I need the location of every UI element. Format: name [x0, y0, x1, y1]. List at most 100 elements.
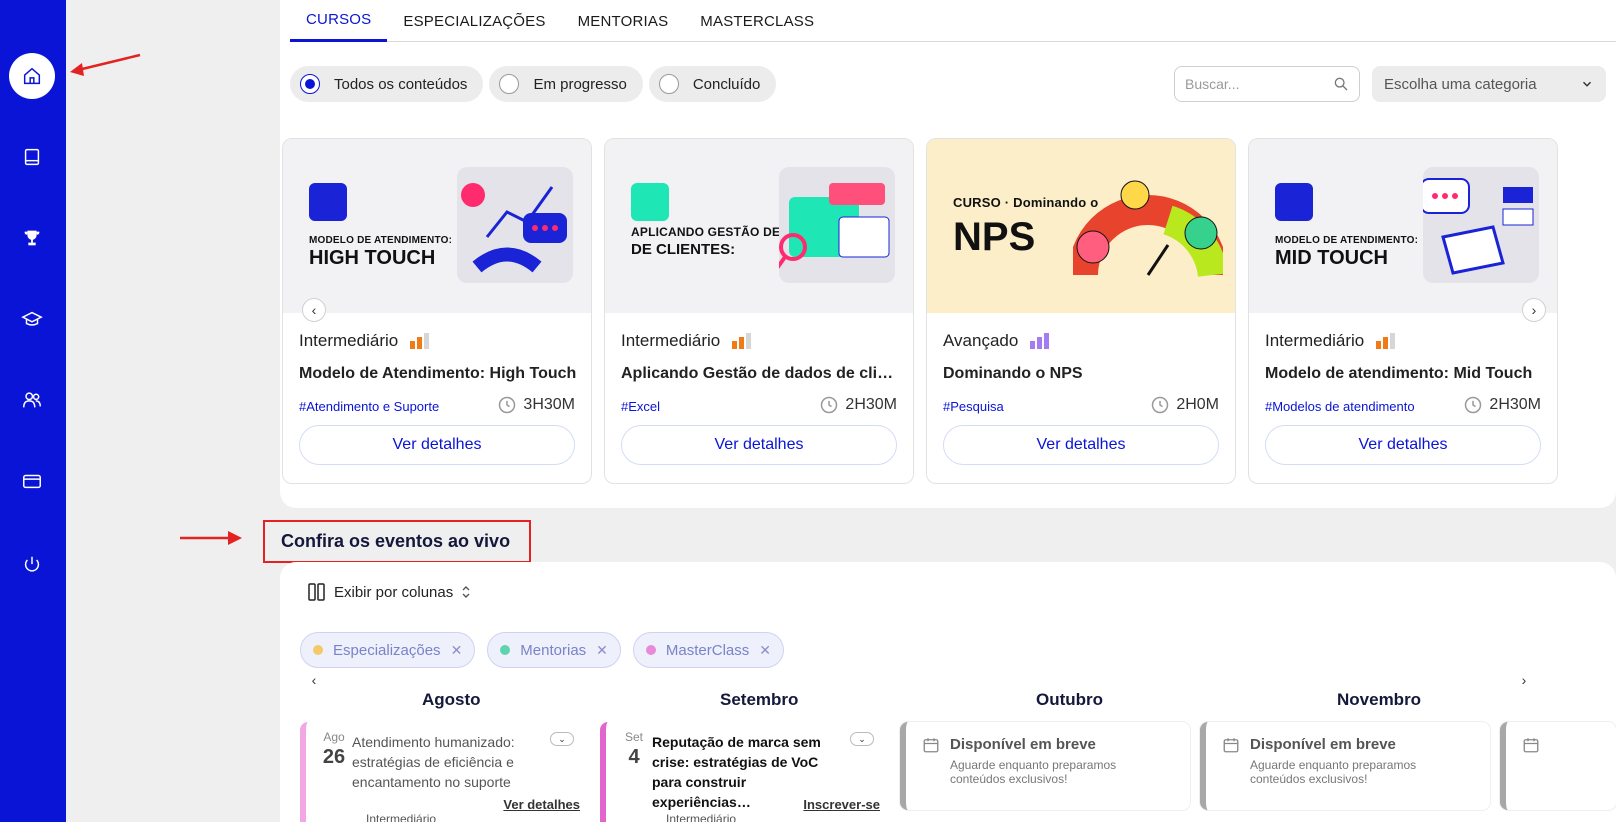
course-title: Aplicando Gestão de dados de clientes: [621, 365, 901, 382]
search-input[interactable]: [1185, 76, 1323, 92]
month-header: Setembro: [720, 690, 799, 709]
carousel-next-button[interactable]: ›: [1522, 298, 1546, 322]
event-day: 4: [628, 746, 640, 768]
course-level: Intermediário: [621, 331, 752, 351]
content-tabs: CURSOS ESPECIALIZAÇÕES MENTORIAS MASTERC…: [290, 0, 1616, 42]
events-title: Confira os eventos ao vivo: [281, 531, 511, 551]
tab-masterclass[interactable]: MASTERCLASS: [684, 0, 830, 42]
tab-especializacoes[interactable]: ESPECIALIZAÇÕES: [387, 0, 561, 42]
chat-handshake-icon: [309, 183, 347, 221]
level-bars-icon: [1376, 333, 1396, 349]
chevron-down-icon[interactable]: ⌄: [850, 732, 874, 746]
thumbnail-line-2: HIGH TOUCH: [309, 247, 436, 269]
clock-icon: [821, 396, 838, 414]
chip-especializacoes[interactable]: Especializações ✕: [300, 632, 476, 668]
sidebar: [0, 0, 66, 822]
duration-label: 2H30M: [1489, 396, 1541, 413]
thumbnail-illustration: [1420, 167, 1539, 283]
chevron-right-icon: ›: [1531, 302, 1537, 318]
close-icon[interactable]: ✕: [596, 642, 608, 659]
progress-filters: Todos os conteúdos Em progresso Concluíd…: [290, 66, 777, 102]
chip-masterclass[interactable]: MasterClass ✕: [632, 632, 784, 668]
color-dot: [313, 645, 323, 655]
event-date: Set 4: [620, 730, 648, 769]
event-card: Set 4 Reputação de marca sem crise: estra…: [600, 722, 900, 822]
filter-all[interactable]: Todos os conteúdos: [290, 66, 484, 102]
view-mode-toggle[interactable]: Exibir por colunas: [308, 582, 471, 602]
coming-soon-card: [1500, 722, 1616, 810]
event-title: Atendimento humanizado: estratégias de e…: [352, 734, 515, 790]
search-box: [1174, 66, 1360, 102]
sidebar-item-community[interactable]: [9, 377, 55, 423]
event-details-link[interactable]: Ver detalhes: [503, 797, 580, 812]
radio-button: [300, 74, 320, 94]
chevron-down-icon[interactable]: ⌄: [550, 732, 574, 746]
sidebar-item-achievements[interactable]: [9, 215, 55, 261]
thumbnail-line-2: DE CLIENTES:: [631, 241, 736, 258]
trophy-icon: [24, 230, 40, 246]
event-date: Ago 26: [320, 730, 348, 769]
filter-label: Concluído: [692, 75, 761, 93]
close-icon[interactable]: ✕: [759, 642, 771, 659]
calendar-icon: [1223, 738, 1239, 753]
chip-label: MasterClass: [665, 641, 750, 659]
course-tag[interactable]: #Modelos de atendimento: [1265, 399, 1415, 414]
data-search-icon: [631, 183, 669, 221]
radio-button: [658, 74, 679, 94]
event-level: Intermediário: [666, 812, 737, 822]
clock-icon: [1152, 396, 1169, 414]
tab-mentorias[interactable]: MENTORIAS: [562, 0, 685, 42]
view-mode-label: Exibir por colunas: [334, 583, 454, 601]
power-icon: [24, 556, 40, 572]
course-title: Modelo de atendimento: Mid Touch: [1265, 365, 1533, 382]
events-heading-highlight: Confira os eventos ao vivo: [263, 520, 531, 563]
close-icon[interactable]: ✕: [451, 642, 463, 659]
details-button[interactable]: Ver detalhes: [1265, 425, 1541, 465]
coming-soon-card: Disponível em breve Aguarde enquanto pre…: [1200, 722, 1490, 810]
course-tag[interactable]: #Excel: [621, 399, 660, 414]
course-thumbnail: CURSO · Dominando o NPS: [927, 139, 1235, 313]
course-tag[interactable]: #Pesquisa: [943, 399, 1004, 414]
course-card: MODELO DE ATENDIMENTO: MID TOUCH Interme…: [1248, 138, 1558, 484]
chip-label: Mentorias: [520, 641, 587, 659]
course-title: Modelo de Atendimento: High Touch: [299, 365, 577, 382]
details-button[interactable]: Ver detalhes: [621, 425, 897, 465]
clock-icon: [499, 396, 516, 414]
search-icon: [1334, 77, 1348, 91]
graduation-cap-icon: [21, 311, 43, 326]
color-dot: [645, 645, 656, 655]
level-bars-icon: [410, 333, 430, 349]
filter-label: Em progresso: [533, 75, 627, 93]
carousel-prev-button[interactable]: ‹: [302, 298, 326, 322]
chip-label: Especializações: [333, 641, 441, 659]
course-card: CURSO · Dominando o NPS Avançado Dominan…: [926, 138, 1236, 484]
sidebar-item-logout[interactable]: [9, 542, 55, 588]
chip-mentorias[interactable]: Mentorias ✕: [487, 632, 621, 668]
sidebar-item-home[interactable]: [9, 53, 55, 99]
sidebar-item-billing[interactable]: [9, 458, 55, 504]
filter-completed[interactable]: Concluído: [648, 66, 777, 102]
course-thumbnail: MODELO DE ATENDIMENTO: HIGH TOUCH: [283, 139, 591, 313]
sidebar-item-library[interactable]: [9, 134, 55, 180]
filter-in-progress[interactable]: Em progresso: [489, 66, 643, 102]
columns-icon: [308, 583, 325, 601]
chevron-right-icon: ›: [1521, 672, 1527, 688]
event-day: 26: [322, 746, 346, 768]
event-month: Ago: [323, 730, 345, 744]
annotation-arrow-events: [180, 531, 242, 545]
course-level: Intermediário: [1265, 331, 1396, 351]
tab-cursos[interactable]: CURSOS: [290, 0, 388, 42]
months-next-button[interactable]: ›: [1512, 668, 1536, 692]
level-bars-icon: [1030, 333, 1050, 349]
months-prev-button[interactable]: ‹: [302, 668, 326, 692]
course-duration: 2H30M: [1463, 395, 1541, 415]
course-level: Avançado: [943, 331, 1050, 351]
event-subscribe-link[interactable]: Inscrever-se: [803, 797, 880, 812]
filter-label: Todos os conteúdos: [334, 75, 468, 93]
details-button[interactable]: Ver detalhes: [943, 425, 1219, 465]
sidebar-item-certificates[interactable]: [9, 296, 55, 342]
category-select[interactable]: Escolha uma categoria: [1372, 66, 1606, 102]
course-tag[interactable]: #Atendimento e Suporte: [299, 399, 439, 414]
details-button[interactable]: Ver detalhes: [299, 425, 575, 465]
coming-soon-card: Disponível em breve Aguarde enquanto pre…: [900, 722, 1190, 810]
